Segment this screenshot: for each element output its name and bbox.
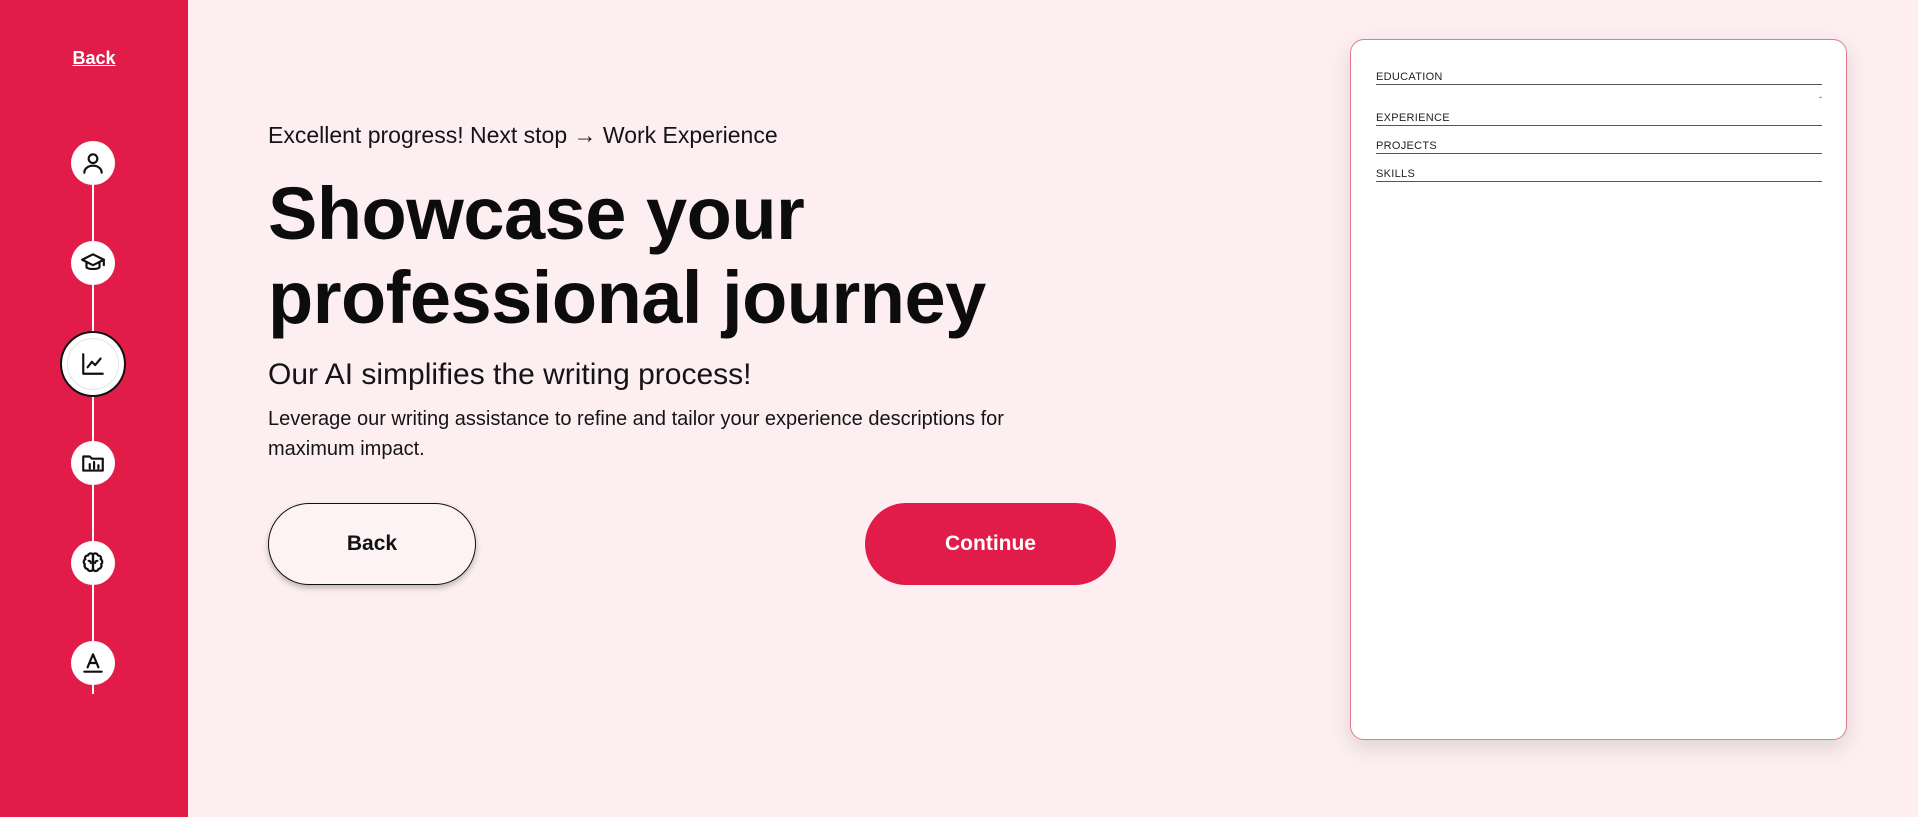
progress-kicker: Excellent progress! Next stop → Work Exp…: [268, 122, 778, 148]
step-experience[interactable]: [60, 331, 126, 397]
step-personal-info[interactable]: [71, 141, 115, 185]
step-projects[interactable]: [71, 441, 115, 485]
preview-section-experience: EXPERIENCE: [1376, 112, 1822, 126]
page-description: Leverage our writing assistance to refin…: [268, 408, 1004, 460]
chart-line-icon: [82, 353, 104, 375]
step-skills[interactable]: [71, 541, 115, 585]
continue-button[interactable]: Continue: [865, 503, 1116, 585]
preview-section-education: EDUCATION: [1376, 71, 1822, 85]
back-button[interactable]: Back: [268, 503, 476, 585]
person-icon: [83, 153, 103, 174]
brain-icon: [82, 552, 104, 573]
step-active-ring: [67, 338, 119, 390]
text-style-icon: [83, 653, 103, 673]
step-finalize[interactable]: [71, 641, 115, 685]
resume-preview: EDUCATION - EXPERIENCE PROJECTS SKILLS: [1350, 39, 1847, 740]
sidebar: Back: [0, 0, 188, 817]
preview-section-skills: SKILLS: [1376, 168, 1822, 182]
graduation-cap-icon: [81, 253, 105, 271]
sidebar-back-link[interactable]: Back: [0, 48, 188, 69]
page-title: Showcase your professional journey: [268, 172, 986, 339]
step-education[interactable]: [71, 241, 115, 285]
page-subtitle: Our AI simplifies the writing process!: [268, 358, 752, 391]
preview-dash: -: [1819, 92, 1822, 102]
folder-icon: [82, 455, 104, 472]
preview-section-projects: PROJECTS: [1376, 140, 1822, 154]
